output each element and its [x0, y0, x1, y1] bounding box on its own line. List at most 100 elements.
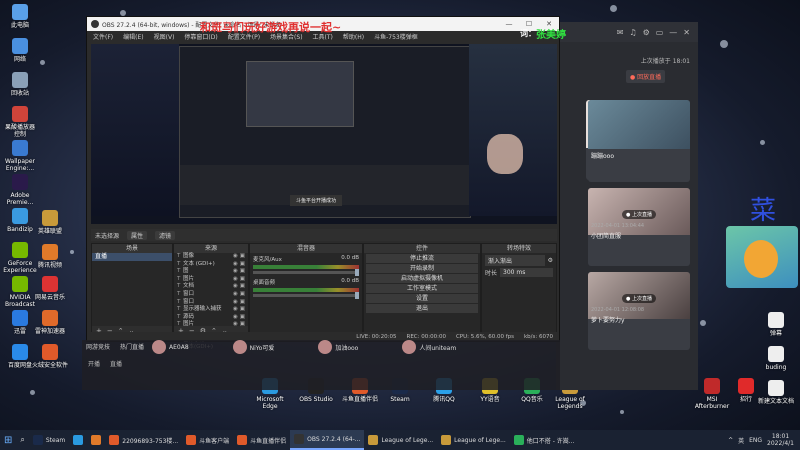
desktop-icon[interactable]: 腾讯视频 — [30, 244, 70, 269]
gear-icon[interactable]: ⚙ — [548, 257, 553, 264]
desktop-icon[interactable]: Wallpaper Engine:... — [0, 140, 40, 172]
stream-card[interactable]: 蹦蹦ooo — [588, 100, 690, 182]
tray-expand-icon[interactable]: ^ — [728, 437, 733, 444]
control-button[interactable]: 退出 — [366, 304, 478, 313]
scene-item[interactable]: 直播 — [92, 253, 172, 261]
desktop-icon[interactable]: Adobe Premie... — [0, 174, 40, 206]
control-button[interactable]: 设置 — [366, 294, 478, 303]
lock-icon[interactable]: ▣ — [240, 299, 245, 307]
obs-menu-item[interactable]: 视图(V) — [154, 32, 175, 41]
filters-button[interactable]: 滤镜 — [155, 230, 176, 240]
obs-menu-item[interactable]: 文件(F) — [93, 32, 113, 41]
desktop-icon-label: 果酸播放器 控制 — [4, 124, 35, 138]
transition-select[interactable]: 渐入渐出 — [485, 255, 545, 266]
app-icon — [12, 140, 28, 156]
stream-card[interactable]: ● 上次直播 2022-04-01 12:08:08 萝卜要努力y — [588, 272, 690, 350]
desktop-icon[interactable]: 弹幕 — [756, 312, 796, 337]
search-icon[interactable]: ⌕ — [16, 430, 28, 450]
app-icon — [768, 312, 784, 328]
tab-gaming[interactable]: 网游竞技 — [86, 342, 110, 351]
desktop-icon[interactable]: 回收站 — [0, 72, 40, 97]
obs-preview[interactable]: 斗鱼平台开播成功 — [91, 44, 557, 224]
desktop-icon[interactable]: 此电脑 — [0, 4, 40, 29]
taskbar-app[interactable] — [69, 430, 87, 450]
start-button[interactable]: ⊞ — [0, 430, 16, 450]
control-button[interactable]: 工作室模式 — [366, 284, 478, 293]
eye-icon[interactable]: ◉ — [233, 291, 238, 299]
desktop-icon[interactable]: 雷神加速器 — [30, 310, 70, 335]
volume-slider[interactable] — [253, 292, 359, 299]
transitions-dock: 转场特效 渐入渐出 ⚙ 时长 300 ms — [481, 243, 557, 337]
eye-icon[interactable]: ◉ — [233, 276, 238, 284]
taskbar-app[interactable]: OBS 27.2.4 (64-... — [290, 430, 365, 450]
taskbar-app[interactable]: 22096893-753楼... — [105, 430, 182, 450]
douyu-client-window[interactable]: ✉ ♫ ⚙ ▭ — ✕ 上次播放于 18:01 ● 回放直播 蹦蹦ooo ● 上… — [556, 22, 698, 390]
control-button[interactable]: 启动虚拟摄像机 — [366, 274, 478, 283]
stream-card[interactable]: ● 上次直播 2022-04-01 13:04:44 小团简直服 — [588, 188, 690, 266]
lock-icon[interactable]: ▣ — [240, 253, 245, 261]
lock-icon[interactable]: ▣ — [240, 306, 245, 314]
replay-badge[interactable]: ● 回放直播 — [626, 70, 666, 83]
eye-icon[interactable]: ◉ — [233, 268, 238, 276]
taskbar-app[interactable]: League of Lege... — [437, 430, 510, 450]
source-item[interactable]: T 文档 ◉ ▣ — [174, 283, 248, 291]
desktop-icon[interactable]: 果酸播放器 控制 — [0, 106, 40, 138]
duration-input[interactable]: 300 ms — [500, 268, 553, 277]
tab-hot[interactable]: 热门直播 — [120, 342, 144, 351]
taskbar-app[interactable]: League of Lege... — [364, 430, 437, 450]
ime-indicator[interactable]: 英 — [738, 436, 744, 445]
minimize-icon[interactable]: — — [499, 20, 519, 28]
taskbar-app[interactable]: Steam — [29, 430, 69, 450]
obs-menu-item[interactable]: 帮助(H) — [343, 32, 364, 41]
lock-icon[interactable]: ▣ — [240, 276, 245, 284]
eye-icon[interactable]: ◉ — [233, 283, 238, 291]
desktop-icon-label: 弹幕 — [769, 330, 782, 337]
minimize-icon[interactable]: — — [669, 28, 677, 37]
taskbar-app[interactable]: 斗鱼直播伴侣 — [233, 430, 290, 450]
language-indicator[interactable]: ENG — [749, 437, 762, 444]
streamer-avatar-item[interactable]: 加油ooo — [318, 340, 358, 354]
start-live-button[interactable]: 开播 — [88, 359, 100, 368]
eye-icon[interactable]: ◉ — [233, 306, 238, 314]
eye-icon[interactable]: ◉ — [233, 299, 238, 307]
taskbar-app[interactable]: 他口不搭 - 许嵩... — [510, 430, 579, 450]
obs-menu-item[interactable]: 编辑(E) — [123, 32, 143, 41]
source-item[interactable]: T 图像 ◉ ▣ — [174, 253, 248, 261]
taskbar-app[interactable]: 斗鱼客户端 — [182, 430, 233, 450]
streamer-avatar-item[interactable]: AE0A8 — [152, 340, 189, 354]
music-icon[interactable]: ♫ — [629, 28, 636, 37]
taskbar-app[interactable] — [87, 430, 105, 450]
streamer-avatar-item[interactable]: NiYo可爱 — [232, 340, 274, 354]
settings-icon[interactable]: ⚙ — [643, 28, 650, 37]
desktop-icon[interactable]: 招行 — [726, 378, 766, 403]
eye-icon[interactable]: ◉ — [233, 314, 238, 322]
eye-icon[interactable]: ◉ — [233, 261, 238, 269]
control-button[interactable]: 开始录制 — [366, 264, 478, 273]
desktop-icon[interactable]: 英雄联盟 — [30, 210, 70, 235]
desktop-icon[interactable]: 火绒安全软件 — [30, 344, 70, 369]
lock-icon[interactable]: ▣ — [240, 283, 245, 291]
lock-icon[interactable]: ▣ — [240, 291, 245, 299]
close-icon[interactable]: ✕ — [683, 28, 690, 37]
streamer-avatar-item[interactable]: 人间uniteam — [402, 340, 456, 354]
desktop-icon[interactable]: buding — [756, 346, 796, 371]
desktop-icon[interactable]: 网络 — [0, 38, 40, 63]
lock-icon[interactable]: ▣ — [240, 268, 245, 276]
lock-icon[interactable]: ▣ — [240, 314, 245, 322]
app-icon — [42, 276, 58, 292]
live-button[interactable]: 直播 — [110, 359, 122, 368]
eye-icon[interactable]: ◉ — [233, 253, 238, 261]
obs-menu-item[interactable]: 斗鱼-753楼弹框 — [374, 32, 418, 41]
source-item[interactable]: T 图 ◉ ▣ — [174, 268, 248, 276]
source-item[interactable]: T 显示器输入捕获 ◉ ▣ — [174, 306, 248, 314]
obs-window[interactable]: OBS 27.2.4 (64-bit, windows) - 配置文件: 未命名… — [86, 16, 560, 350]
mail-icon[interactable]: ✉ — [617, 28, 624, 37]
control-button[interactable]: 停止推流 — [366, 254, 478, 263]
desktop-icon[interactable]: 网易云音乐 — [30, 276, 70, 301]
lock-icon[interactable]: ▣ — [240, 261, 245, 269]
volume-slider[interactable] — [253, 269, 359, 276]
properties-button[interactable]: 属性 — [127, 230, 148, 240]
source-item[interactable]: T 窗口 ◉ ▣ — [174, 291, 248, 299]
clock[interactable]: 18:01 2022/4/1 — [767, 433, 794, 447]
restore-icon[interactable]: ▭ — [656, 28, 664, 37]
